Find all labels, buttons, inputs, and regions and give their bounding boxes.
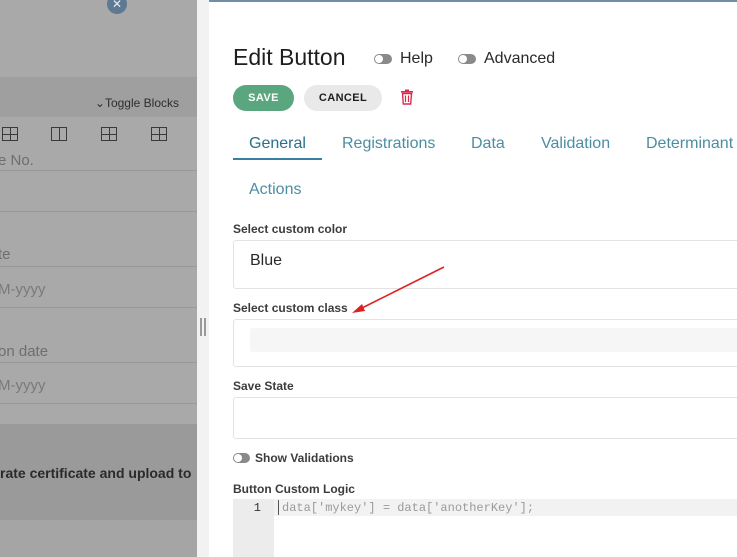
code-placeholder: data['mykey'] = data['anotherKey']; <box>282 501 535 515</box>
divider <box>0 170 197 171</box>
advanced-toggle-label: Advanced <box>484 50 556 67</box>
divider <box>0 307 197 308</box>
background-field-label: e No. <box>0 152 34 169</box>
toggle-blocks-button[interactable]: ⌄Toggle Blocks <box>95 96 179 110</box>
layout-icons-row <box>0 127 197 151</box>
custom-color-value: Blue <box>250 252 283 269</box>
tab-data[interactable]: Data <box>471 135 505 153</box>
save-state-label: Save State <box>233 379 294 393</box>
tab-general[interactable]: General <box>249 135 306 153</box>
text-cursor <box>278 500 279 515</box>
panel-top-border <box>209 0 737 2</box>
custom-class-input[interactable] <box>250 328 737 352</box>
annotation-arrow <box>352 266 445 313</box>
line-number: 1 <box>253 501 261 515</box>
tab-determinant[interactable]: Determinant <box>646 135 733 153</box>
help-toggle-label: Help <box>400 50 433 67</box>
cancel-button[interactable]: CANCEL <box>304 85 382 111</box>
date-placeholder: M-yyyy <box>0 377 46 394</box>
background-field-label: te <box>0 246 11 263</box>
background-form-editor: ✕ ⌄Toggle Blocks e No. te M-yyyy on date… <box>0 0 197 557</box>
show-validations-toggle[interactable] <box>233 453 250 463</box>
custom-color-label: Select custom color <box>233 222 348 236</box>
advanced-toggle[interactable] <box>458 54 476 64</box>
tab-registrations[interactable]: Registrations <box>342 135 435 153</box>
resize-handle-icon[interactable] <box>200 318 206 336</box>
divider <box>0 362 197 363</box>
background-footer <box>0 520 197 557</box>
show-validations-label: Show Validations <box>255 451 354 465</box>
grid-layout-icon[interactable] <box>2 127 18 141</box>
page-title: Edit Button <box>233 44 346 70</box>
background-field-label: on date <box>0 343 49 360</box>
date-placeholder: M-yyyy <box>0 281 46 298</box>
save-button[interactable]: SAVE <box>233 85 294 111</box>
save-state-input[interactable] <box>233 397 737 439</box>
certificate-instruction: rate certificate and upload to <box>0 465 192 481</box>
divider <box>0 211 197 212</box>
chevron-down-icon: ⌄ <box>94 96 105 110</box>
active-tab-indicator <box>233 158 322 160</box>
divider <box>0 403 197 404</box>
trash-icon[interactable] <box>400 89 414 105</box>
grid-layout-icon[interactable] <box>101 127 117 141</box>
custom-class-label: Select custom class <box>233 301 348 315</box>
close-icon[interactable]: ✕ <box>107 0 127 14</box>
help-toggle[interactable] <box>374 54 392 64</box>
split-pane-divider[interactable] <box>197 0 209 557</box>
divider <box>0 266 197 267</box>
tab-actions[interactable]: Actions <box>249 181 301 199</box>
button-logic-label: Button Custom Logic <box>233 482 355 496</box>
custom-color-select[interactable] <box>233 240 737 289</box>
table-layout-icon[interactable] <box>151 127 167 141</box>
tab-validation[interactable]: Validation <box>541 135 610 153</box>
two-column-layout-icon[interactable] <box>51 127 67 141</box>
